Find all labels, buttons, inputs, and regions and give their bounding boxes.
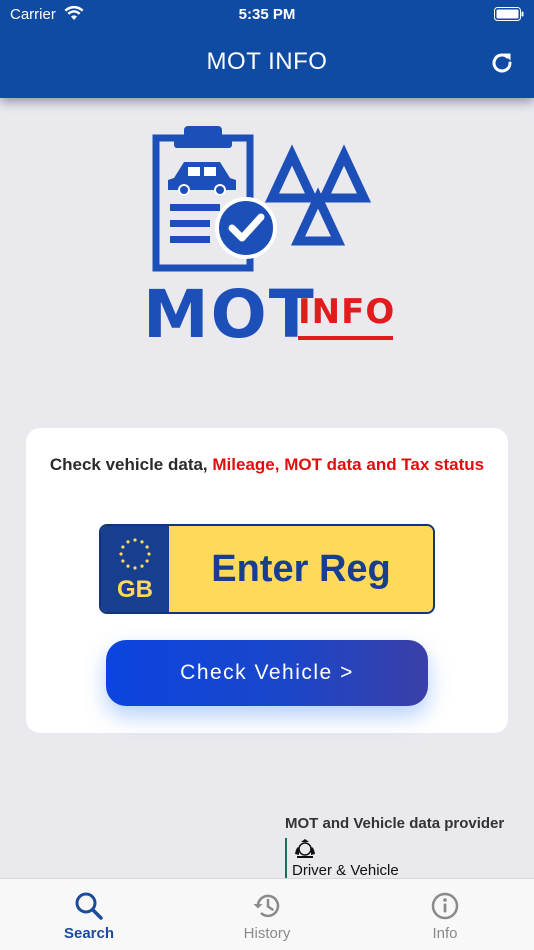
plate-country-band: GB <box>101 526 169 612</box>
royal-crest-icon <box>295 839 315 858</box>
card-description-highlight: Mileage, MOT data and Tax status <box>212 455 485 474</box>
battery-icon <box>494 7 524 21</box>
tab-info[interactable]: Info <box>356 879 534 950</box>
provider-divider <box>285 838 287 878</box>
search-icon <box>75 892 103 920</box>
registration-input[interactable] <box>169 526 433 612</box>
search-card: Check vehicle data, Mileage, MOT data an… <box>26 428 508 733</box>
provider-name: Driver & Vehicle <box>292 862 399 879</box>
registration-plate: GB <box>99 524 435 614</box>
eu-stars-icon <box>119 538 151 570</box>
app-header: Carrier 5:35 PM MOT INFO <box>0 0 534 98</box>
logo-text-mot: MOT <box>143 276 316 353</box>
tab-info-label: Info <box>432 925 458 942</box>
provider-label: MOT and Vehicle data provider <box>285 815 505 832</box>
status-bar: Carrier 5:35 PM <box>0 0 534 30</box>
history-icon <box>253 894 280 918</box>
logo-text-info: INFO <box>298 292 396 332</box>
tab-search[interactable]: Search <box>0 879 178 950</box>
refresh-icon[interactable] <box>489 50 515 76</box>
tab-bar: Search History Info <box>0 878 534 950</box>
card-description: Check vehicle data, Mileage, MOT data an… <box>46 454 488 476</box>
check-vehicle-button[interactable]: Check Vehicle > <box>106 640 428 706</box>
plate-country-code: GB <box>117 576 153 603</box>
tab-history[interactable]: History <box>178 879 356 950</box>
status-time: 5:35 PM <box>238 6 296 23</box>
tab-search-label: Search <box>63 925 115 942</box>
info-icon <box>431 892 459 920</box>
logo-underline <box>298 336 393 340</box>
card-description-prefix: Check vehicle data, <box>49 455 213 474</box>
page-title: MOT INFO <box>206 48 328 75</box>
tab-history-label: History <box>243 925 291 942</box>
